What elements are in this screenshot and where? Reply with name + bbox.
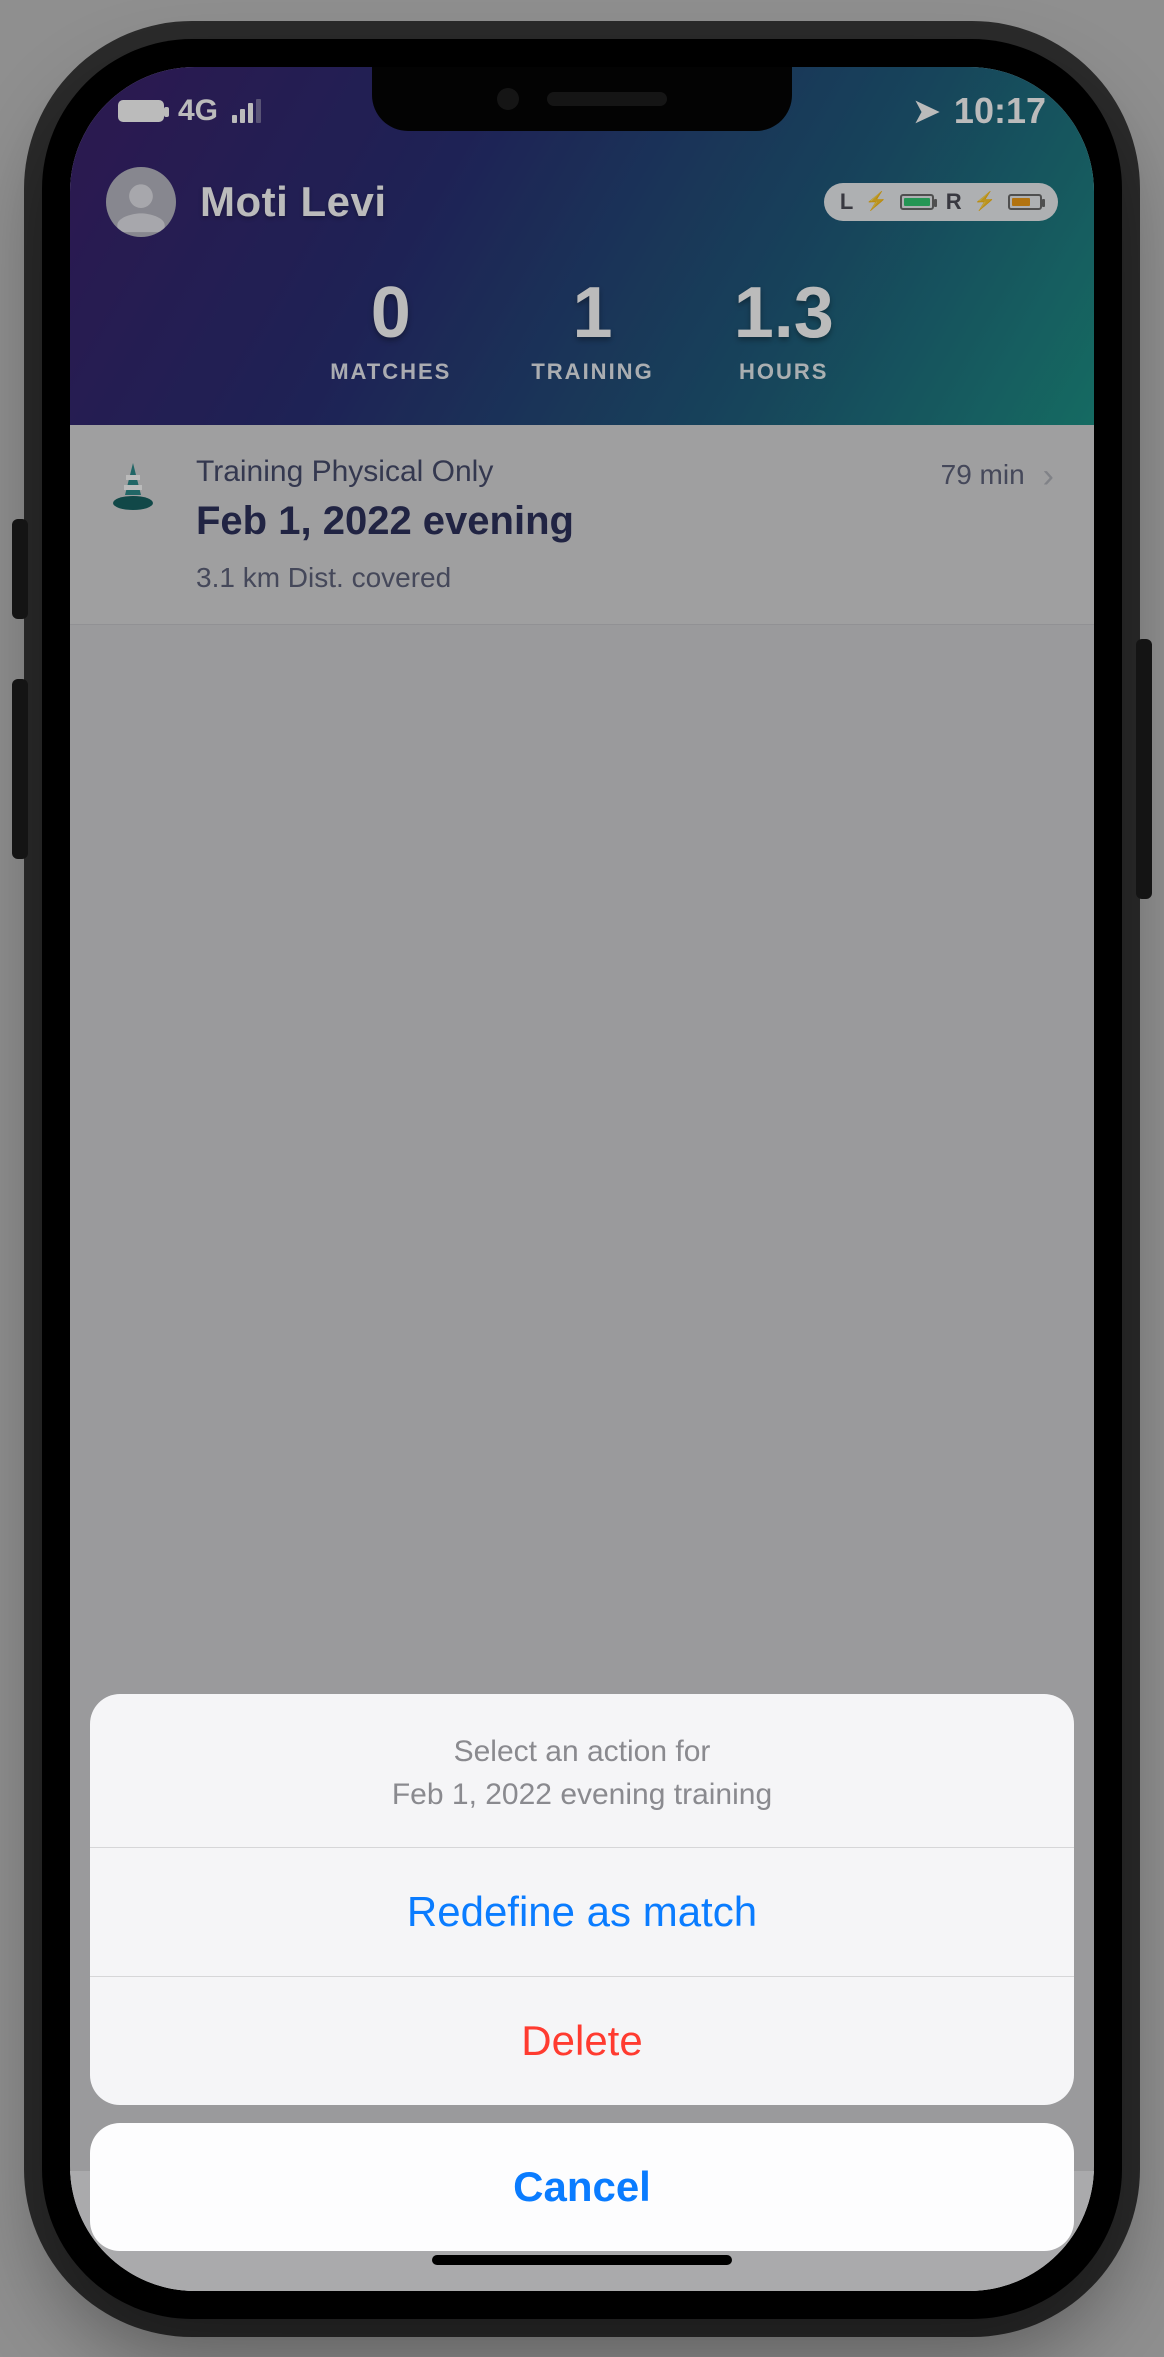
cancel-button[interactable]: Cancel: [90, 2123, 1074, 2251]
home-indicator[interactable]: [432, 2255, 732, 2265]
redefine-as-match-button[interactable]: Redefine as match: [90, 1848, 1074, 1977]
action-sheet-title-line: Select an action for: [130, 1730, 1034, 1774]
screen: 4G ➤ 10:17 Moti Levi L ⚡: [70, 67, 1094, 2291]
phone-frame: 4G ➤ 10:17 Moti Levi L ⚡: [42, 39, 1122, 2319]
side-button: [12, 519, 28, 619]
side-button: [12, 679, 28, 859]
action-sheet: Select an action for Feb 1, 2022 evening…: [90, 1694, 1074, 2251]
action-sheet-title: Select an action for Feb 1, 2022 evening…: [90, 1694, 1074, 1848]
side-button: [1136, 639, 1152, 899]
delete-button[interactable]: Delete: [90, 1977, 1074, 2105]
action-sheet-title-line: Feb 1, 2022 evening training: [130, 1773, 1034, 1817]
